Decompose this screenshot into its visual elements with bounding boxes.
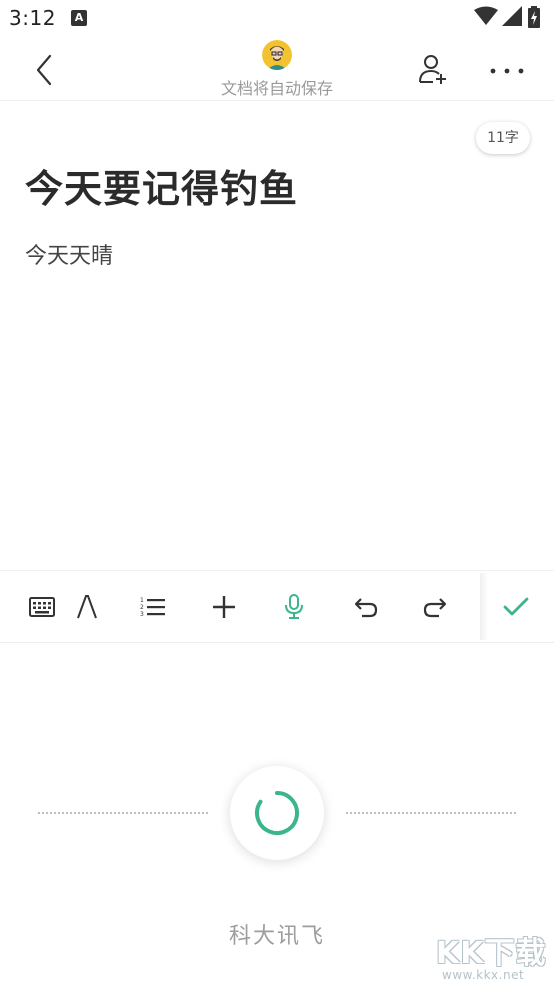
document-body[interactable]: 今天天晴 [25, 238, 113, 270]
document-title[interactable]: 今天要记得钓鱼 [25, 158, 298, 213]
voice-waveform-left [38, 812, 208, 814]
more-options-button[interactable] [486, 50, 528, 90]
undo-button[interactable] [341, 571, 391, 642]
app-screen: 3:12 A 文档将自动保存 11字 今天要记得钓鱼 今天天晴 1 2 3 科大… [0, 0, 554, 984]
plus-icon [213, 595, 235, 618]
avatar-illustration-icon [262, 40, 292, 70]
text-format-button[interactable] [72, 571, 102, 642]
collaborator-avatar[interactable] [262, 40, 292, 70]
voice-waveform-right [346, 812, 516, 814]
autosave-status: 文档将自动保存 [220, 79, 333, 98]
numbered-list-icon: 1 2 3 [140, 597, 165, 618]
battery-charging-icon [528, 6, 540, 28]
done-button[interactable] [490, 571, 542, 642]
svg-text:3: 3 [140, 611, 144, 618]
microphone-icon [285, 593, 303, 619]
voice-record-button[interactable] [230, 766, 324, 860]
watermark-url: www.kkx.net [442, 968, 525, 982]
loading-spinner-icon [255, 791, 299, 835]
svg-text:1: 1 [140, 597, 144, 604]
check-icon [503, 597, 529, 615]
site-watermark: KK下载 www.kkx.net [436, 928, 552, 982]
numbered-list-button[interactable]: 1 2 3 [128, 571, 178, 642]
notification-app-icon: A [71, 10, 87, 26]
redo-button[interactable] [410, 571, 460, 642]
keyboard-toggle-button[interactable] [17, 571, 67, 642]
wifi-icon [474, 6, 498, 25]
undo-icon [354, 597, 378, 617]
watermark-text: KK下载 [436, 936, 547, 971]
add-collaborator-button[interactable] [414, 50, 454, 90]
status-bar: 3:12 A [0, 0, 554, 38]
add-user-icon [419, 55, 446, 84]
toolbar-divider [480, 573, 488, 640]
cell-signal-icon [502, 6, 522, 26]
editor-toolbar: 1 2 3 [0, 570, 554, 643]
voice-input-button[interactable] [269, 571, 319, 642]
status-time: 3:12 [9, 6, 56, 30]
insert-button[interactable] [199, 571, 249, 642]
svg-text:2: 2 [140, 604, 144, 611]
keyboard-icon [29, 596, 55, 617]
text-format-icon [77, 594, 97, 618]
redo-icon [423, 597, 447, 617]
more-horizontal-icon [490, 68, 524, 74]
top-app-bar: 文档将自动保存 [0, 38, 554, 101]
word-count-badge: 11字 [476, 122, 530, 154]
